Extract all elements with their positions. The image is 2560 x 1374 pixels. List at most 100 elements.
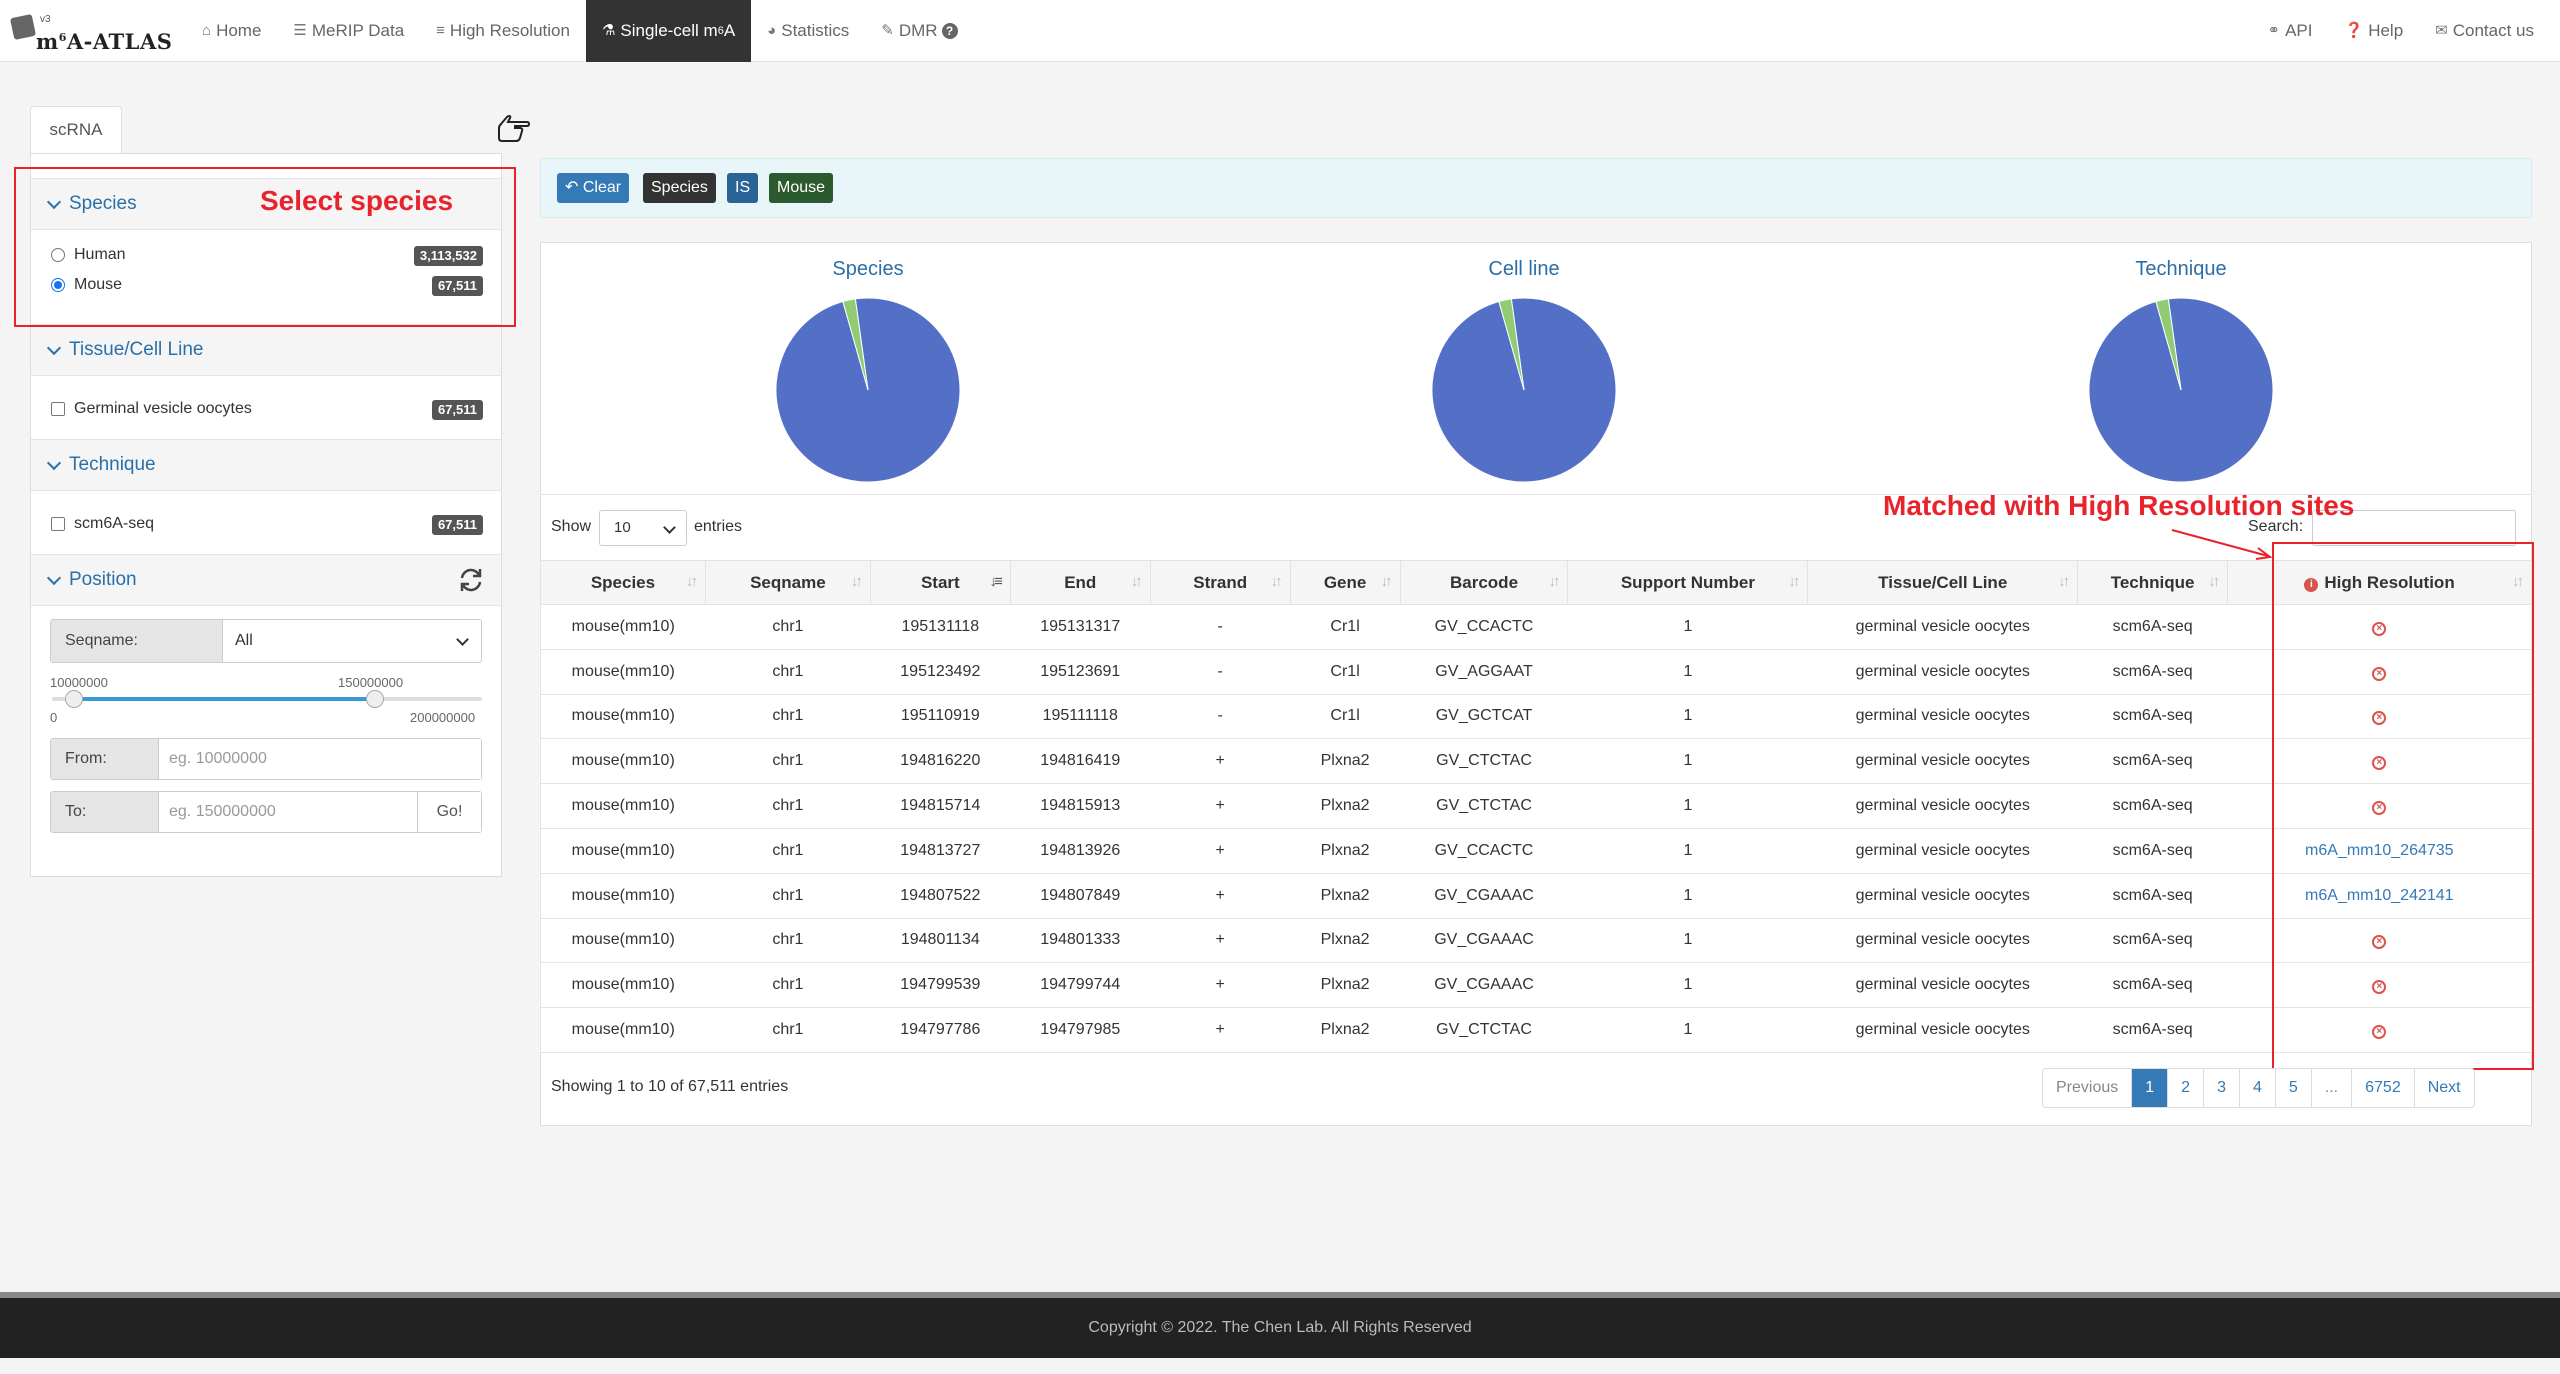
- nav-home[interactable]: ⌂ Home: [186, 0, 277, 62]
- page-4[interactable]: 4: [2238, 1069, 2275, 1107]
- cell-gene: Plxna2: [1290, 738, 1401, 785]
- cell-technique: scm6A-seq: [2077, 604, 2228, 650]
- position-header[interactable]: Position: [31, 554, 501, 606]
- technique-checkbox[interactable]: [51, 517, 65, 531]
- nav-statistics[interactable]: ◕ Statistics: [751, 0, 865, 62]
- col-start[interactable]: Start ↓≡: [869, 560, 1011, 605]
- cell-strand: -: [1150, 604, 1291, 650]
- nav-api[interactable]: ⚭ API: [2252, 0, 2329, 62]
- cell-gene: Plxna2: [1290, 783, 1401, 829]
- table-row[interactable]: mouse(mm10) chr1 194815714 194815913 + Plxna2…: [540, 783, 2532, 829]
- col-end[interactable]: End ↓↑: [1009, 560, 1151, 605]
- cell-barcode: GV_CGAAAC: [1400, 962, 1568, 1009]
- table-row[interactable]: mouse(mm10) chr1 194801134 194801333 + Plxna2…: [540, 918, 2532, 964]
- cell-seqname: chr1: [705, 918, 871, 964]
- col-technique[interactable]: Technique ↓↑: [2077, 560, 2229, 605]
- table-row[interactable]: mouse(mm10) chr1 194816220 194816419 + Plxna2…: [540, 738, 2532, 785]
- col-barcode[interactable]: Barcode ↓↑: [1399, 560, 1569, 605]
- seqname-select[interactable]: All: [223, 620, 481, 662]
- page-6752[interactable]: 6752: [2351, 1069, 2414, 1107]
- sort-icon: ↓↑: [1380, 573, 1393, 590]
- cell-gene: Cr1l: [1290, 694, 1401, 740]
- cell-tissue: germinal vesicle oocytes: [1807, 873, 2078, 919]
- cell-tissue: germinal vesicle oocytes: [1807, 962, 2078, 1009]
- cell-support: 1: [1567, 738, 1808, 785]
- tab-scrna[interactable]: scRNA: [30, 106, 122, 154]
- envelope-icon: ✉: [2435, 22, 2448, 39]
- col-strand[interactable]: Strand ↓↑: [1149, 560, 1291, 605]
- col-species[interactable]: Species ↓↑: [540, 560, 706, 605]
- page-next[interactable]: Next: [2413, 1069, 2474, 1107]
- slider-high-handle[interactable]: [365, 690, 384, 708]
- tissue-checkbox[interactable]: [51, 402, 65, 416]
- cell-gene: Plxna2: [1290, 918, 1401, 964]
- from-input[interactable]: [159, 739, 481, 779]
- technique-option[interactable]: scm6A-seq 67,511: [31, 509, 501, 539]
- col-gene[interactable]: Gene ↓↑: [1289, 560, 1401, 605]
- page-3[interactable]: 3: [2203, 1069, 2239, 1107]
- tissue-header[interactable]: Tissue/Cell Line: [31, 324, 501, 376]
- to-input[interactable]: [159, 792, 417, 832]
- table-row[interactable]: mouse(mm10) chr1 195123492 195123691- Cr1l GV…: [540, 649, 2532, 695]
- cell-strand: +: [1150, 873, 1291, 919]
- cell-start: 194815714: [870, 783, 1011, 829]
- nav-dmr[interactable]: ✎ DMR?: [865, 0, 973, 62]
- page-2[interactable]: 2: [2167, 1069, 2203, 1107]
- nav-merip-data[interactable]: ☰ MeRIP Data: [277, 0, 420, 62]
- question-icon[interactable]: ?: [941, 23, 958, 39]
- cell-gene: Plxna2: [1290, 873, 1401, 919]
- cell-start: 194807522: [870, 873, 1011, 919]
- clear-filters-button[interactable]: ↶ Clear: [557, 173, 630, 203]
- cell-end: 194797985: [1010, 1007, 1151, 1053]
- table-row[interactable]: mouse(mm10) chr1 194799539 194799744 + Plxna2…: [540, 962, 2532, 1009]
- page-previous[interactable]: Previous: [2043, 1069, 2131, 1107]
- cell-support: 1: [1567, 649, 1808, 695]
- table-info: Showing 1 to 10 of 67,511 entries: [551, 1078, 789, 1095]
- tissue-option[interactable]: Germinal vesicle oocytes 67,511: [31, 394, 501, 424]
- cell-strand: -: [1150, 649, 1291, 695]
- filter-tag-is[interactable]: IS: [727, 173, 759, 203]
- technique-header[interactable]: Technique: [31, 439, 501, 491]
- cell-barcode: GV_CTCTAC: [1400, 783, 1568, 829]
- table-row[interactable]: mouse(mm10) chr1 194797786 194797985 + Plxna2…: [540, 1007, 2532, 1053]
- table-row[interactable]: mouse(mm10) chr1 195131118 195131317- Cr1l GV…: [540, 604, 2532, 650]
- cell-start: 194797786: [870, 1007, 1011, 1053]
- cell-strand: +: [1150, 738, 1291, 785]
- logo-icon: [9, 13, 37, 41]
- nav-help[interactable]: ❓ Help: [2329, 0, 2420, 62]
- go-button[interactable]: Go!: [417, 792, 481, 832]
- col-support-number[interactable]: Support Number ↓↑: [1567, 560, 1809, 605]
- show-label: Show: [551, 518, 592, 535]
- nav-high-resolution[interactable]: ≡ High Resolution: [420, 0, 586, 62]
- slider-low-handle[interactable]: [64, 690, 83, 708]
- species-pie-chart[interactable]: [774, 296, 962, 484]
- cell-support: 1: [1567, 1007, 1808, 1053]
- filter-tag-mouse[interactable]: Mouse: [769, 173, 834, 203]
- nav-single-cell[interactable]: ⚗ Single-cell m6A: [585, 0, 752, 62]
- cell-barcode: GV_CTCTAC: [1400, 1007, 1568, 1053]
- col-seqname[interactable]: Seqname ↓↑: [704, 560, 871, 605]
- filter-tag-species[interactable]: Species: [643, 173, 716, 203]
- cell-species: mouse(mm10): [540, 828, 706, 874]
- cell-end: 194813926: [1010, 828, 1151, 874]
- cell-technique: scm6A-seq: [2077, 738, 2228, 785]
- sort-icon: ↓↑: [2058, 573, 2070, 590]
- technique-pie-chart[interactable]: [2087, 296, 2275, 484]
- col-tissue[interactable]: Tissue/Cell Line ↓↑: [1807, 560, 2079, 605]
- hand-pointer-icon[interactable]: [496, 114, 530, 144]
- refresh-icon[interactable]: [457, 566, 485, 594]
- page-5[interactable]: 5: [2274, 1069, 2311, 1107]
- cell-species: mouse(mm10): [540, 873, 706, 919]
- cell-line-pie-chart[interactable]: [1430, 296, 1618, 484]
- cell-barcode: GV_CGAAAC: [1400, 873, 1568, 919]
- cell-tissue: germinal vesicle oocytes: [1807, 783, 2078, 829]
- cell-seqname: chr1: [705, 649, 871, 695]
- table-row[interactable]: mouse(mm10) chr1 195110919 195111118- Cr1l GV…: [540, 694, 2532, 740]
- page-size-select[interactable]: 10: [599, 510, 687, 546]
- page-1[interactable]: 1: [2131, 1069, 2168, 1107]
- table-row[interactable]: mouse(mm10) chr1 194807522 194807849 + Plxna2…: [540, 873, 2532, 919]
- to-label: To:: [51, 792, 159, 832]
- table-row[interactable]: mouse(mm10) chr1 194813727 194813926 + Plxna2…: [540, 828, 2532, 874]
- brand-logo[interactable]: v3 m6A-ATLAS: [9, 10, 172, 54]
- nav-contact[interactable]: ✉ Contact us: [2419, 0, 2550, 62]
